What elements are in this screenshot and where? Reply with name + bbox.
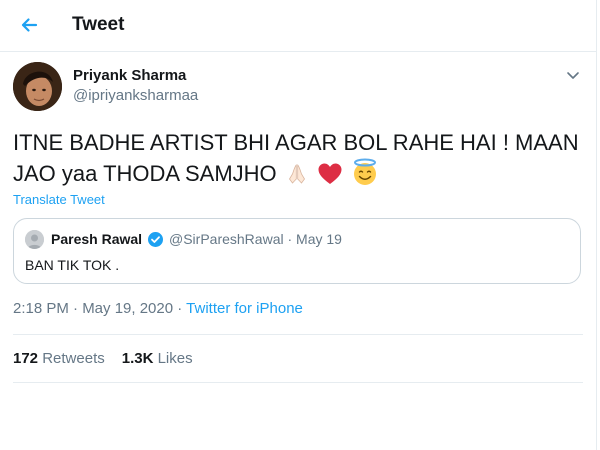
tweet-text: ITNE BADHE ARTIST BHI AGAR BOL RAHE HAI …: [13, 128, 583, 194]
author-handle[interactable]: @ipriyanksharmaa: [73, 87, 198, 105]
quoted-tweet-text: BAN TIK TOK .: [25, 257, 120, 273]
tweet-source-link[interactable]: Twitter for iPhone: [186, 300, 303, 317]
verified-badge-icon: [147, 231, 164, 248]
author-name[interactable]: Priyank Sharma: [73, 67, 186, 85]
page-header: Tweet: [0, 0, 596, 52]
red-heart-icon: [317, 162, 343, 194]
profile-photo: [13, 62, 62, 111]
retweets-label: Retweets: [42, 350, 105, 367]
quoted-tweet-card[interactable]: Paresh Rawal @SirPareshRawal · May 19 BA…: [13, 218, 581, 284]
divider: [13, 334, 583, 335]
translate-tweet-link[interactable]: Translate Tweet: [13, 192, 105, 208]
page-title: Tweet: [72, 14, 125, 35]
default-avatar-icon: [25, 230, 44, 249]
retweets-stat[interactable]: 172 Retweets: [13, 350, 105, 367]
tweet-timestamp[interactable]: 2:18 PM · May 19, 2020 ·: [13, 300, 186, 317]
more-options-button[interactable]: [562, 64, 584, 86]
likes-count: 1.3K: [121, 350, 154, 367]
likes-stat[interactable]: 1.3K Likes: [122, 350, 193, 367]
arrow-left-icon: [21, 18, 38, 32]
quoted-author-avatar[interactable]: [25, 230, 44, 249]
likes-label: Likes: [157, 350, 193, 367]
quoted-author-handle-date: @SirPareshRawal · May 19: [169, 231, 342, 247]
smiling-face-with-halo-icon: [351, 158, 379, 194]
folded-hands-icon: [285, 162, 309, 194]
tweet-detail-column: Tweet Priyank Sharma @ipriyanksharmaa IT…: [0, 0, 597, 450]
tweet-metadata: 2:18 PM · May 19, 2020 · Twitter for iPh…: [13, 300, 303, 318]
retweets-count: 172: [13, 350, 39, 367]
back-button[interactable]: [14, 10, 44, 40]
author-avatar[interactable]: [13, 62, 62, 111]
tweet-stats: 172 Retweets 1.3K Likes: [13, 350, 193, 368]
chevron-down-icon: [567, 72, 579, 79]
divider: [13, 382, 583, 383]
quoted-author-name[interactable]: Paresh Rawal: [51, 231, 142, 248]
